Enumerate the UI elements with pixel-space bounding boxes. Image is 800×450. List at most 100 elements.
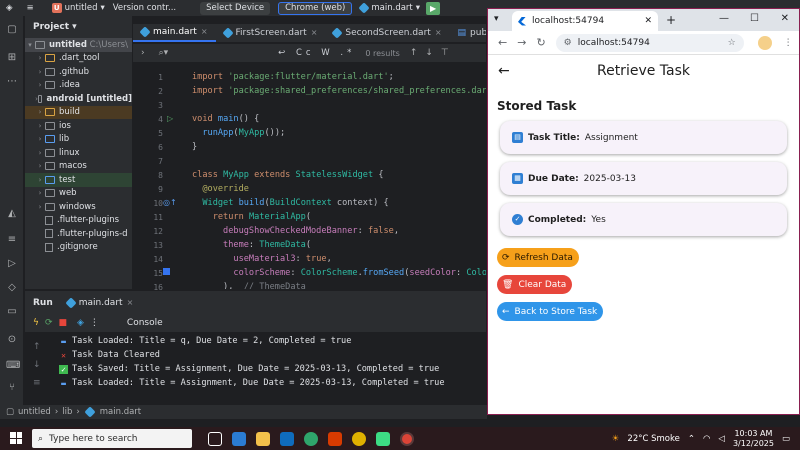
- file-explorer-icon[interactable]: [256, 431, 270, 446]
- tree-item-test[interactable]: › test: [25, 173, 132, 187]
- tree-item-lib[interactable]: › lib: [25, 133, 132, 147]
- taskbar-search[interactable]: ⌕ Type here to search: [32, 429, 192, 448]
- tree-item-web[interactable]: › web: [25, 187, 132, 201]
- tree-item-root[interactable]: ▾ untitled C:\Users\: [25, 38, 132, 52]
- project-tool-icon[interactable]: ▢: [6, 24, 18, 36]
- expand-replace-icon[interactable]: ›: [141, 48, 145, 58]
- tree-item-windows[interactable]: › windows: [25, 200, 132, 214]
- notification-icon[interactable]: ▭: [782, 434, 790, 444]
- more-tools-icon[interactable]: ⋯: [6, 76, 18, 88]
- outlook-icon[interactable]: [280, 431, 294, 446]
- tab-second-screen[interactable]: SecondScreen.dart ×: [325, 24, 449, 42]
- tree-item-gitignore[interactable]: .gitignore: [25, 241, 132, 255]
- hot-restart-icon[interactable]: ⟳: [45, 318, 53, 328]
- breadcrumb-item[interactable]: main.dart: [100, 407, 141, 417]
- chrome-taskbar-icon[interactable]: [352, 431, 366, 446]
- back-arrow-icon[interactable]: ←: [498, 63, 510, 79]
- close-icon[interactable]: ×: [201, 24, 208, 40]
- network-icon[interactable]: ◠: [703, 434, 710, 444]
- tree-item-android[interactable]: › android [untitled]: [25, 92, 132, 106]
- clear-data-button[interactable]: 🗑 Clear Data: [497, 275, 573, 294]
- minimize-icon[interactable]: —: [719, 13, 729, 24]
- site-info-icon[interactable]: ⚙: [564, 38, 572, 48]
- run-gutter-icon[interactable]: ▷: [167, 114, 173, 123]
- vcs-selector[interactable]: Version contr...: [113, 3, 176, 13]
- project-selector[interactable]: U untitled ▾: [51, 3, 105, 13]
- edge-icon[interactable]: [304, 431, 318, 446]
- find-options[interactable]: ↩ Cc W .*: [278, 48, 355, 58]
- profile-avatar[interactable]: [757, 35, 772, 50]
- hot-reload-icon[interactable]: ϟ: [33, 318, 39, 328]
- terminal-icon[interactable]: ⌨: [6, 360, 20, 372]
- console-tab[interactable]: Console: [127, 318, 163, 328]
- close-tab-icon[interactable]: ✕: [644, 16, 652, 26]
- new-tab-icon[interactable]: +: [666, 13, 676, 27]
- bookmark-star-icon[interactable]: ☆: [728, 38, 736, 48]
- ide-logo-icon[interactable]: ◈: [6, 3, 13, 13]
- override-gutter-icon[interactable]: ◎↑: [163, 198, 177, 207]
- prev-match-icon[interactable]: ↑: [410, 48, 418, 58]
- run-tool-icon[interactable]: ▷: [6, 258, 18, 270]
- office-icon[interactable]: [328, 431, 342, 446]
- clock[interactable]: 10:03 AM 3/12/2025: [733, 429, 774, 449]
- problems-tool-icon[interactable]: ⊙: [6, 334, 18, 346]
- color-preview-icon[interactable]: [163, 268, 170, 275]
- address-bar[interactable]: ⚙ localhost:54794 ☆: [555, 33, 744, 52]
- tree-item-flutter-plugins[interactable]: .flutter-plugins: [25, 214, 132, 228]
- breadcrumb-item[interactable]: lib: [62, 407, 72, 417]
- tree-item-flutter-plugins-deps[interactable]: .flutter-plugins-d: [25, 227, 132, 241]
- tab-main-dart[interactable]: main.dart ×: [133, 24, 216, 42]
- close-icon[interactable]: ×: [127, 298, 134, 307]
- code-editor[interactable]: import 'package:flutter/material.dart'; …: [184, 64, 486, 289]
- run-config-selector[interactable]: main.dart ▾: [358, 2, 420, 14]
- stop-icon[interactable]: ■: [58, 318, 67, 328]
- maximize-icon[interactable]: ☐: [750, 13, 759, 24]
- task-view-icon[interactable]: [208, 431, 222, 446]
- devtools-icon[interactable]: ◈: [77, 318, 84, 328]
- structure-tool-icon[interactable]: ⊞: [6, 52, 18, 64]
- flutter-inspector-icon[interactable]: ◭: [6, 208, 18, 220]
- search-input-icon[interactable]: ⌕▾: [159, 48, 169, 58]
- run-button[interactable]: ▶: [426, 1, 441, 15]
- console-output[interactable]: ↑ ↓ ≡ ▬ Task Loaded: Title = q, Due Date …: [25, 332, 486, 405]
- main-menu-icon[interactable]: ≡: [27, 3, 34, 13]
- tree-item-linux[interactable]: › linux: [25, 146, 132, 160]
- back-icon[interactable]: ←: [498, 36, 507, 49]
- windows-start-icon[interactable]: [10, 432, 22, 444]
- store-icon[interactable]: [232, 431, 246, 446]
- tray-overflow-icon[interactable]: ⌃: [688, 434, 695, 444]
- tree-item-ios[interactable]: › ios: [25, 119, 132, 133]
- terminal-tool-icon[interactable]: ▭: [6, 306, 18, 318]
- tab-search-icon[interactable]: ▾: [494, 14, 499, 24]
- run-tab-main-dart[interactable]: main.dart ×: [65, 296, 134, 309]
- dart-devtools-icon[interactable]: ◇: [6, 282, 18, 294]
- browser-selector[interactable]: Chrome (web): [278, 1, 353, 15]
- close-icon[interactable]: ×: [435, 25, 442, 41]
- scroll-up-icon[interactable]: ↑: [33, 342, 41, 352]
- forward-icon[interactable]: →: [517, 36, 526, 49]
- back-to-store-button[interactable]: ← Back to Store Task: [497, 302, 604, 321]
- tree-item-github[interactable]: › .github: [25, 65, 132, 79]
- tab-first-screen[interactable]: FirstScreen.dart ×: [216, 24, 326, 42]
- tree-item-dart-tool[interactable]: › .dart_tool: [25, 52, 132, 66]
- next-match-icon[interactable]: ↓: [425, 48, 433, 58]
- weather-text[interactable]: 22°C Smoke: [627, 434, 679, 444]
- project-panel-header[interactable]: Project ▾: [25, 16, 132, 38]
- browser-tab[interactable]: localhost:54794 ✕: [512, 11, 658, 31]
- logcat-icon[interactable]: ≡: [6, 234, 18, 246]
- close-icon[interactable]: ×: [311, 25, 318, 41]
- device-selector[interactable]: Select Device: [200, 1, 271, 15]
- volume-icon[interactable]: ◁: [718, 434, 725, 444]
- scroll-down-icon[interactable]: ↓: [33, 360, 41, 370]
- tree-item-macos[interactable]: › macos: [25, 160, 132, 174]
- breadcrumb-item[interactable]: untitled: [18, 407, 51, 417]
- tree-item-build[interactable]: › build: [25, 105, 132, 119]
- reload-icon[interactable]: ↻: [536, 36, 545, 49]
- git-tool-icon[interactable]: ⑂: [6, 382, 18, 394]
- chrome-active-icon[interactable]: [400, 431, 414, 446]
- tree-item-idea[interactable]: › .idea: [25, 79, 132, 93]
- filter-icon[interactable]: ⊤: [441, 48, 449, 58]
- refresh-data-button[interactable]: ⟳ Refresh Data: [497, 248, 579, 267]
- chrome-menu-icon[interactable]: ⋮: [784, 38, 793, 48]
- tab-pubspec[interactable]: ▤pubspec.ya: [450, 24, 486, 42]
